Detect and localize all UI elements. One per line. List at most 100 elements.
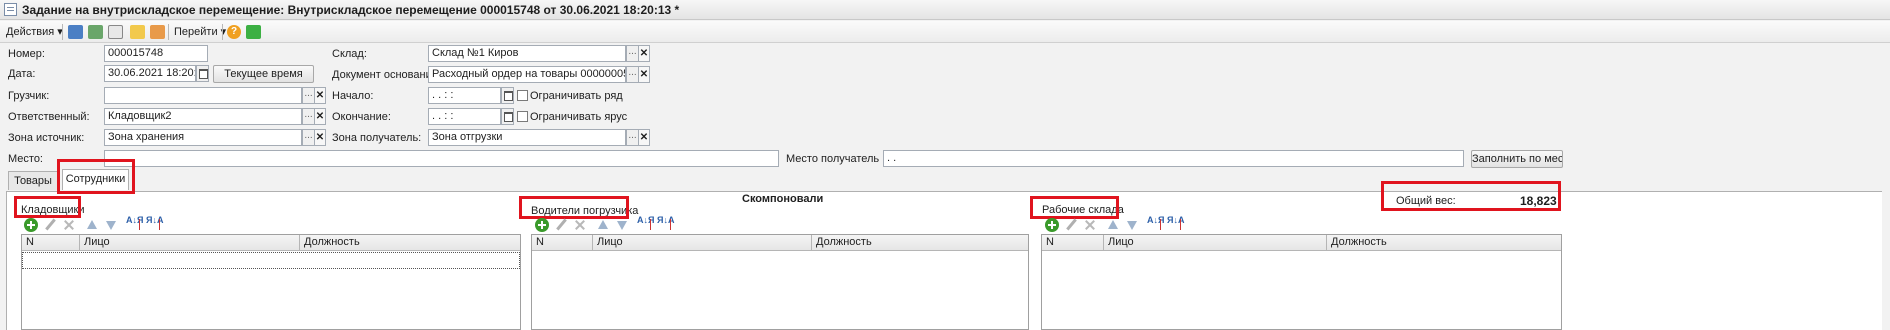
forklift-drivers-table[interactable]: N Лицо Должность [531, 234, 1029, 330]
sort-desc-icon[interactable]: Я↓А [1167, 216, 1184, 231]
actions-menu-button[interactable]: Действия ▾ [6, 24, 63, 40]
sort-desc-icon[interactable]: Я↓А [146, 216, 163, 231]
dest-zone-label: Зона получатель: [332, 132, 422, 144]
status-text: Скомпоновали [742, 193, 824, 205]
window-titlebar: Задание на внутрискладское перемещение: … [0, 0, 1890, 20]
loader-clear-icon[interactable]: ✕ [314, 87, 326, 104]
warehouse-workers-table[interactable]: N Лицо Должность [1041, 234, 1562, 330]
limit-row-checkbox[interactable] [517, 90, 528, 101]
move-down-icon[interactable] [615, 218, 629, 232]
save-icon[interactable] [88, 25, 103, 39]
loader-label: Грузчик: [8, 90, 50, 102]
move-up-icon[interactable] [85, 218, 99, 232]
toolbar: Действия ▾ Перейти ▾ ? [0, 21, 1890, 43]
limit-row-label: Ограничивать ряд [530, 90, 623, 102]
table-header: N Лицо Должность [22, 235, 520, 251]
dest-zone-clear-icon[interactable]: ✕ [638, 129, 650, 146]
edit-row-icon[interactable] [1064, 218, 1078, 232]
column-header-position[interactable]: Должность [812, 235, 1028, 251]
tab-goods[interactable]: Товары [8, 171, 58, 190]
warehouse-field[interactable]: Склад №1 Киров [428, 45, 626, 62]
column-header-n[interactable]: N [1042, 235, 1104, 251]
add-row-icon[interactable] [1045, 218, 1059, 232]
edit-row-icon[interactable] [43, 218, 57, 232]
end-label: Окончание: [332, 111, 391, 123]
toolbar-separator [62, 24, 63, 40]
move-down-icon[interactable] [104, 218, 118, 232]
add-row-icon[interactable] [535, 218, 549, 232]
warehouse-label: Склад: [332, 48, 367, 60]
total-weight-label: Общий вес: [1396, 195, 1456, 207]
delete-row-icon[interactable] [1083, 218, 1097, 232]
delete-row-icon[interactable] [573, 218, 587, 232]
loader-field[interactable] [104, 87, 302, 104]
add-row-icon[interactable] [24, 218, 38, 232]
section-title-warehouse-workers: Рабочие склада [1042, 204, 1124, 216]
date-field[interactable]: 30.06.2021 18:20:13 [104, 65, 196, 82]
column-header-n[interactable]: N [532, 235, 593, 251]
delete-icon[interactable] [150, 25, 165, 39]
storekeepers-table[interactable]: N Лицо Должность [21, 234, 521, 330]
document-icon [4, 3, 17, 16]
source-zone-field[interactable]: Зона хранения [104, 129, 302, 146]
table-row[interactable] [22, 252, 520, 269]
move-down-icon[interactable] [1125, 218, 1139, 232]
column-header-position[interactable]: Должность [300, 235, 520, 251]
column-header-n[interactable]: N [22, 235, 80, 251]
tab-employees[interactable]: Сотрудники [62, 169, 129, 190]
goto-menu-label: Перейти [174, 26, 218, 38]
column-header-person[interactable]: Лицо [1104, 235, 1327, 251]
sort-asc-icon[interactable]: А↓Я [637, 216, 654, 231]
table-header: N Лицо Должность [532, 235, 1028, 251]
source-zone-clear-icon[interactable]: ✕ [314, 129, 326, 146]
warehouse-clear-icon[interactable]: ✕ [638, 45, 650, 62]
responsible-field[interactable]: Кладовщик2 [104, 108, 302, 125]
window-title: Задание на внутрискладское перемещение: … [22, 3, 680, 17]
dest-zone-field[interactable]: Зона отгрузки [428, 129, 626, 146]
toolbar-separator [168, 24, 169, 40]
goto-menu-button[interactable]: Перейти ▾ [174, 24, 226, 40]
column-header-position[interactable]: Должность [1327, 235, 1561, 251]
number-label: Номер: [8, 48, 45, 60]
date-label: Дата: [8, 68, 36, 80]
calendar-icon[interactable] [196, 65, 209, 82]
limit-tier-label: Ограничивать ярус [530, 111, 628, 123]
help-icon[interactable]: ? [227, 25, 241, 39]
place-field[interactable] [104, 150, 779, 167]
place-label: Место: [8, 153, 43, 165]
post-and-close-icon[interactable] [68, 25, 83, 39]
delete-row-icon[interactable] [62, 218, 76, 232]
limit-tier-checkbox[interactable] [517, 111, 528, 122]
sort-asc-icon[interactable]: А↓Я [1147, 216, 1164, 231]
column-header-person[interactable]: Лицо [80, 235, 300, 251]
edit-row-icon[interactable] [554, 218, 568, 232]
sort-desc-icon[interactable]: Я↓А [657, 216, 674, 231]
dest-place-label: Место получатель [786, 153, 880, 165]
base-document-label: Документ основание: [332, 69, 441, 81]
total-weight-value: 18,823 [1520, 194, 1557, 208]
start-field[interactable]: . . : : [428, 87, 501, 104]
move-up-icon[interactable] [1106, 218, 1120, 232]
add-icon[interactable] [130, 25, 145, 39]
fill-by-place-button[interactable]: Заполнить по месту [1471, 150, 1563, 168]
end-field[interactable]: . . : : [428, 108, 501, 125]
base-document-clear-icon[interactable]: ✕ [638, 66, 650, 83]
responsible-label: Ответственный: [8, 111, 90, 123]
toolbar-separator [222, 24, 223, 40]
start-calendar-icon[interactable] [501, 87, 514, 104]
column-header-person[interactable]: Лицо [593, 235, 812, 251]
sort-asc-icon[interactable]: А↓Я [126, 216, 143, 231]
section-title-storekeepers: Кладовщики [21, 204, 85, 216]
section-title-forklift-drivers: Водители погрузчика [531, 205, 639, 217]
source-zone-label: Зона источник: [8, 132, 85, 144]
number-field[interactable]: 000015748 [104, 45, 208, 62]
move-up-icon[interactable] [596, 218, 610, 232]
end-calendar-icon[interactable] [501, 108, 514, 125]
status-indicator-icon[interactable] [246, 25, 261, 39]
dest-place-field[interactable]: . . [883, 150, 1464, 167]
base-document-field[interactable]: Расходный ордер на товары 00000005901 от… [428, 66, 626, 83]
copy-icon[interactable] [108, 25, 123, 39]
actions-menu-label: Действия [6, 26, 55, 38]
responsible-clear-icon[interactable]: ✕ [314, 108, 326, 125]
current-time-button[interactable]: Текущее время [213, 65, 314, 83]
